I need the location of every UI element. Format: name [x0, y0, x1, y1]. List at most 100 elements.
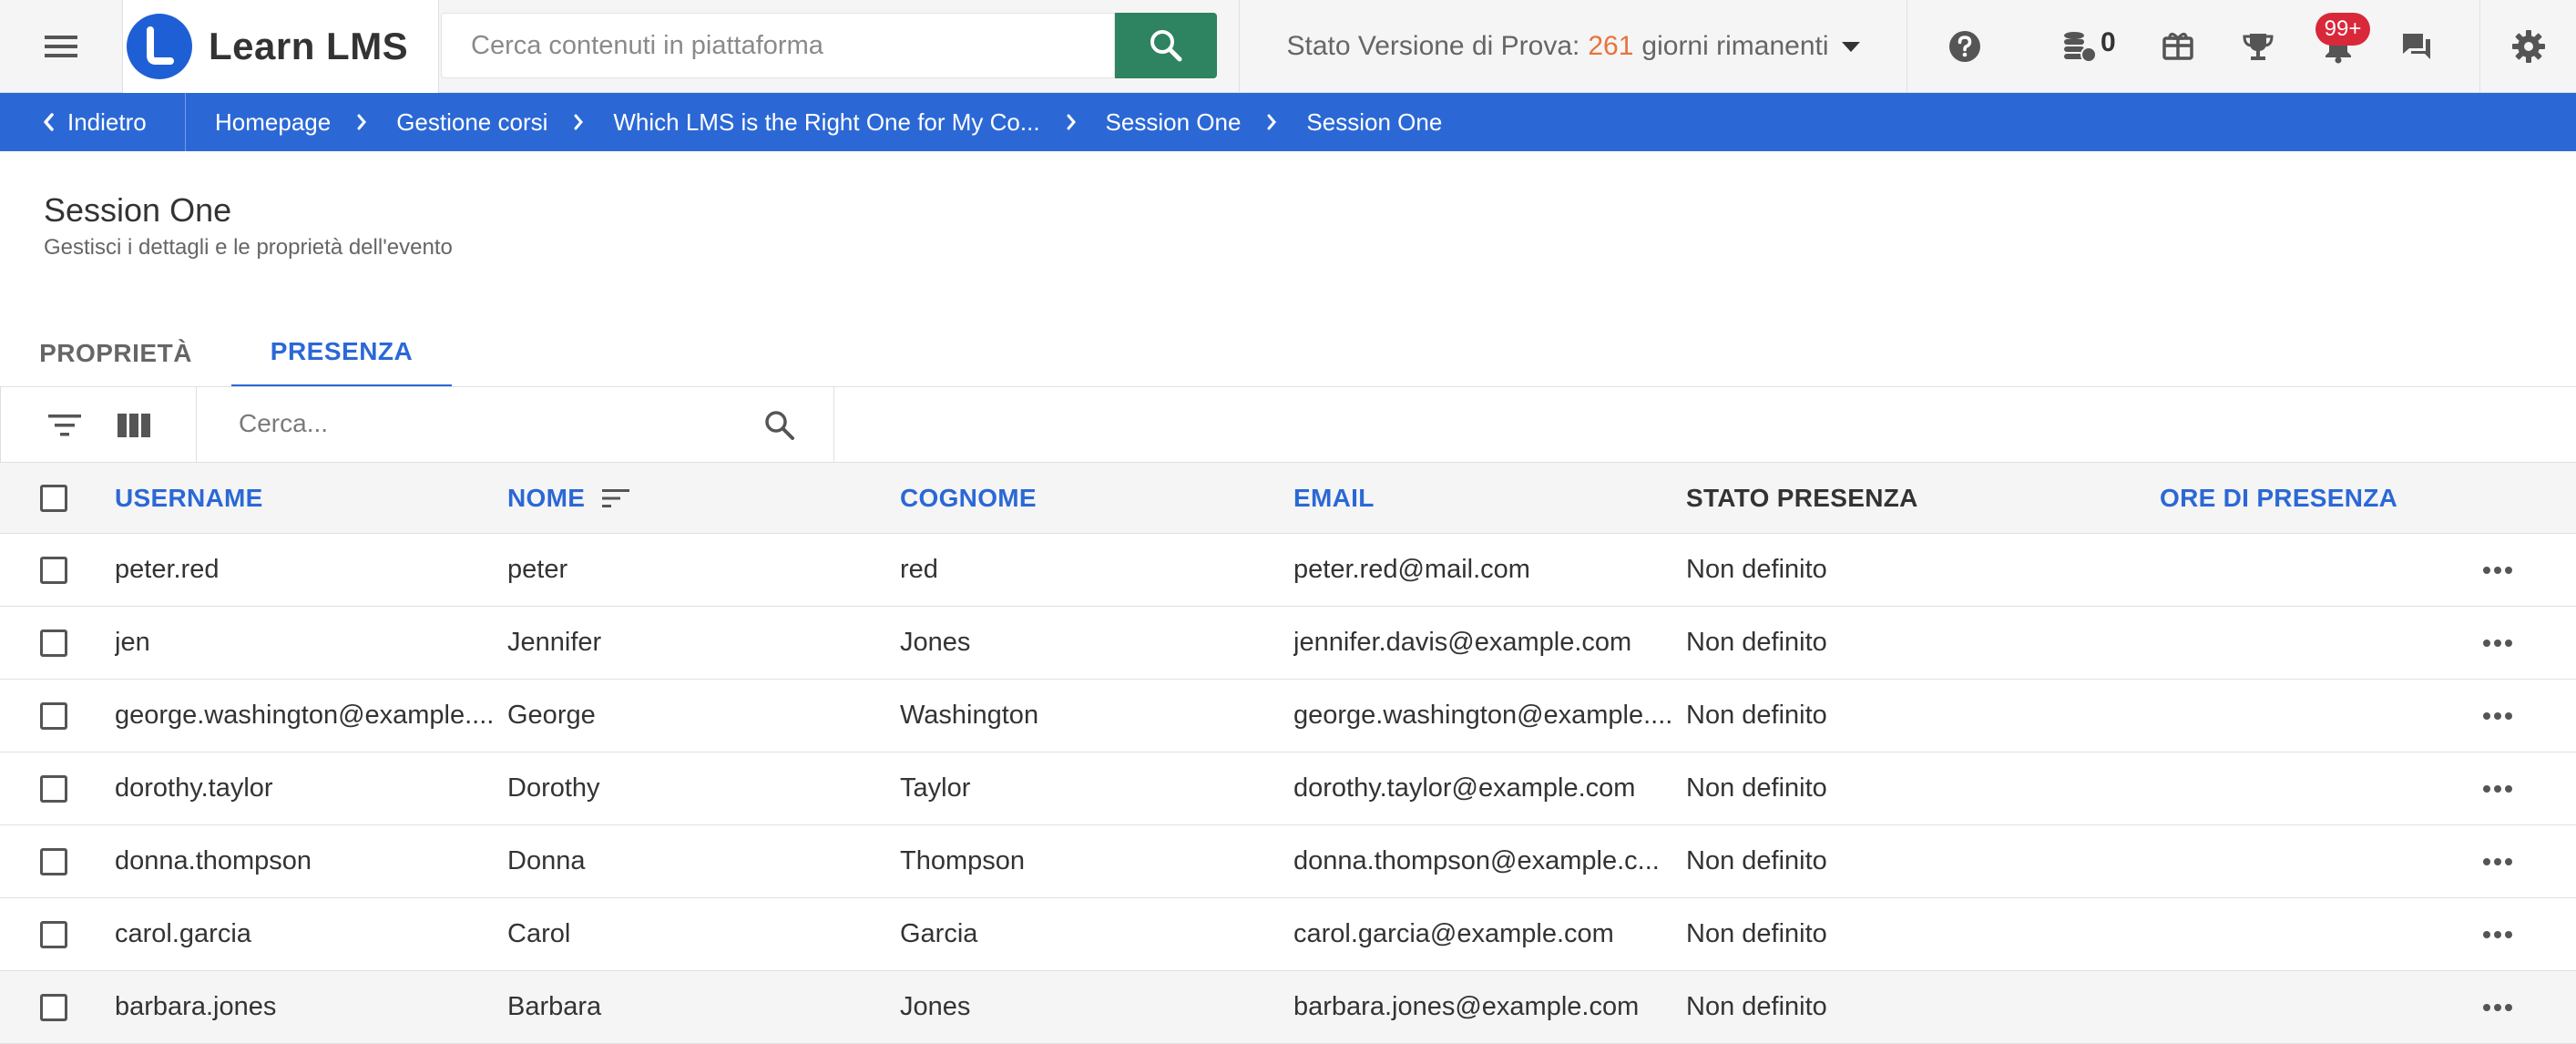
row-checkbox[interactable]: [40, 701, 67, 730]
hamburger-icon: [45, 36, 77, 57]
cell-ore-presenza: [2160, 534, 2433, 606]
cell-email: george.washington@example....: [1293, 701, 1672, 730]
cell-stato-presenza: Non definito: [1686, 992, 1827, 1021]
cell-nome: Jennifer: [507, 628, 602, 657]
table-search-button[interactable]: [760, 405, 800, 445]
cell-stato-presenza: Non definito: [1686, 846, 1827, 875]
cell-email: peter.red@mail.com: [1293, 555, 1530, 584]
columns-button[interactable]: [114, 405, 154, 445]
table-row[interactable]: jen Jennifer Jones jennifer.davis@exampl…: [0, 607, 2576, 680]
table-row[interactable]: barbara.jones Barbara Jones barbara.jone…: [0, 971, 2576, 1044]
cell-stato-presenza: Non definito: [1686, 701, 1827, 730]
cell-username: barbara.jones: [115, 992, 277, 1021]
back-button[interactable]: Indietro: [0, 93, 186, 151]
global-search-button[interactable]: [1115, 13, 1217, 78]
breadcrumb: Indietro Homepage Gestione corsi Which L…: [0, 93, 2576, 151]
chat-icon: [2403, 34, 2430, 59]
breadcrumb-item-gestione-corsi[interactable]: Gestione corsi: [396, 108, 547, 137]
cell-nome: peter: [507, 555, 568, 584]
tab-proprieta[interactable]: PROPRIETÀ: [20, 319, 211, 388]
cell-username: carol.garcia: [115, 919, 251, 948]
row-actions-button[interactable]: [2479, 898, 2516, 970]
app-name: Learn LMS: [209, 25, 409, 67]
table-row[interactable]: carol.garcia Carol Garcia carol.garcia@e…: [0, 898, 2576, 971]
trial-suffix: giorni rimanenti: [1641, 31, 1829, 61]
row-checkbox[interactable]: [40, 629, 67, 657]
column-header-cognome[interactable]: COGNOME: [900, 463, 1264, 533]
select-all-checkbox[interactable]: [40, 484, 67, 512]
tabs: PROPRIETÀ PRESENZA: [0, 319, 2576, 388]
filter-icon: [48, 415, 81, 436]
table-header: USERNAME NOME COGNOME EMAIL STATO PRESEN…: [0, 463, 2576, 534]
column-header-ore-presenza[interactable]: ORE DI PRESENZA: [2160, 463, 2433, 533]
table-row[interactable]: george.washington@example.... George Was…: [0, 680, 2576, 752]
app-logo[interactable]: Learn LMS: [122, 0, 439, 93]
cell-cognome: Taylor: [900, 773, 971, 803]
page-subtitle: Gestisci i dettagli e le proprietà dell'…: [44, 235, 453, 260]
gear-icon: [2511, 30, 2545, 63]
row-actions-button[interactable]: [2479, 534, 2516, 606]
coins-icon: [2064, 32, 2097, 63]
cell-email: jennifer.davis@example.com: [1293, 628, 1632, 657]
column-header-username[interactable]: USERNAME: [115, 463, 492, 533]
row-actions-button[interactable]: [2479, 825, 2516, 897]
more-horizontal-icon: [2483, 857, 2512, 865]
trial-status-dropdown[interactable]: Stato Versione di Prova: 261 giorni rima…: [1239, 0, 1907, 93]
cell-username: peter.red: [115, 555, 220, 584]
breadcrumb-item-course[interactable]: Which LMS is the Right One for My Co...: [613, 108, 1039, 137]
cell-cognome: Washington: [900, 701, 1039, 730]
cell-nome: Barbara: [507, 992, 602, 1021]
row-checkbox[interactable]: [40, 774, 67, 803]
breadcrumb-item-session[interactable]: Session One: [1106, 108, 1242, 137]
more-horizontal-icon: [2483, 930, 2512, 938]
tab-presenza[interactable]: PRESENZA: [231, 319, 452, 388]
breadcrumb-item-homepage[interactable]: Homepage: [215, 108, 331, 137]
table-row[interactable]: peter.red peter red peter.red@mail.com N…: [0, 534, 2576, 607]
coins-button[interactable]: [2055, 22, 2104, 71]
row-select-cell: [40, 825, 69, 897]
filter-button[interactable]: [45, 405, 85, 445]
row-select-cell: [40, 680, 69, 752]
table-row[interactable]: donna.thompson Donna Thompson donna.thom…: [0, 825, 2576, 898]
row-actions-button[interactable]: [2479, 607, 2516, 679]
table-toolbar: [0, 386, 2576, 463]
settings-button[interactable]: [2479, 0, 2576, 93]
cell-stato-presenza: Non definito: [1686, 919, 1827, 948]
cell-ore-presenza: [2160, 825, 2433, 897]
row-checkbox[interactable]: [40, 847, 67, 875]
column-header-email[interactable]: EMAIL: [1293, 463, 1672, 533]
row-actions-button[interactable]: [2479, 752, 2516, 824]
chevron-right-icon: [573, 113, 584, 131]
row-actions-button[interactable]: [2479, 971, 2516, 1043]
help-button[interactable]: [1940, 22, 1989, 71]
cell-ore-presenza: [2160, 898, 2433, 970]
row-checkbox[interactable]: [40, 556, 67, 584]
cell-stato-presenza: Non definito: [1686, 773, 1827, 803]
columns-icon: [118, 414, 150, 437]
row-checkbox[interactable]: [40, 920, 67, 948]
column-header-nome[interactable]: NOME: [507, 463, 872, 533]
chevron-right-icon: [1266, 113, 1277, 131]
menu-button[interactable]: [0, 0, 122, 93]
chevron-left-icon: [44, 113, 54, 131]
rewards-button[interactable]: [2153, 22, 2203, 71]
table-search-input[interactable]: [197, 387, 743, 460]
table-row[interactable]: dorothy.taylor Dorothy Taylor dorothy.ta…: [0, 752, 2576, 825]
global-search-input[interactable]: [442, 14, 1114, 77]
row-checkbox[interactable]: [40, 993, 67, 1021]
cell-nome: George: [507, 701, 596, 730]
cell-cognome: Jones: [900, 992, 971, 1021]
row-select-cell: [40, 607, 69, 679]
leaderboard-button[interactable]: [2234, 22, 2283, 71]
cell-cognome: Garcia: [900, 919, 978, 948]
cell-nome: Donna: [507, 846, 586, 875]
row-actions-button[interactable]: [2479, 680, 2516, 752]
column-header-nome-label: NOME: [507, 483, 586, 512]
cell-nome: Carol: [507, 919, 571, 948]
cell-email: carol.garcia@example.com: [1293, 919, 1614, 948]
messages-button[interactable]: [2392, 22, 2441, 71]
coins-count: 0: [2101, 27, 2116, 57]
cell-nome: Dorothy: [507, 773, 600, 803]
logo-icon: [127, 14, 192, 79]
cell-stato-presenza: Non definito: [1686, 555, 1827, 584]
